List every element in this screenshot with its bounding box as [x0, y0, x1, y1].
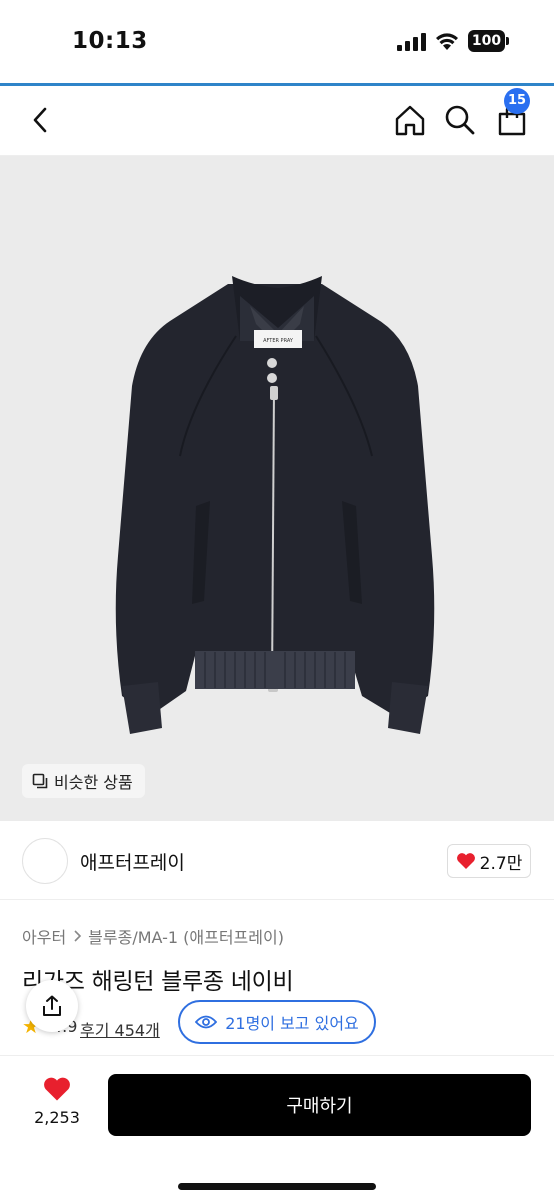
- back-button[interactable]: [22, 102, 58, 138]
- home-indicator: [178, 1183, 376, 1190]
- viewers-text: 21명이 보고 있어요: [225, 1014, 359, 1033]
- home-icon: [395, 105, 425, 136]
- breadcrumb: 아우터 블루종/MA-1 (애프터프레이): [22, 924, 284, 948]
- breadcrumb-level2[interactable]: 블루종/MA-1 (애프터프레이): [88, 924, 284, 948]
- home-button[interactable]: [392, 102, 428, 138]
- nav-bar: 15: [0, 86, 554, 156]
- rating-row: ★ 4.9 후기 454개 21명이 보고 있어요: [22, 1000, 542, 1046]
- review-link[interactable]: 후기 454개: [80, 1017, 160, 1041]
- brand-row[interactable]: 애프터프레이 2.7만: [0, 822, 554, 900]
- wishlist-button[interactable]: 2,253: [22, 1076, 92, 1136]
- wifi-icon: [436, 33, 458, 50]
- heart-icon: [456, 853, 475, 869]
- viewers-badge: 21명이 보고 있어요: [178, 1000, 376, 1044]
- share-icon: [43, 995, 61, 1016]
- wishlist-heart-icon: [44, 1077, 70, 1101]
- garment-tag-text: AFTER PRAY: [263, 338, 294, 344]
- brand-logo: [22, 838, 68, 884]
- share-button[interactable]: [26, 980, 78, 1032]
- battery-indicator: 100: [468, 30, 510, 52]
- status-time: 10:13: [72, 28, 148, 54]
- chevron-right-icon: [74, 930, 82, 942]
- battery-tip: [506, 37, 509, 45]
- wishlist-count: 2,253: [34, 1108, 80, 1127]
- similar-icon: [32, 773, 48, 789]
- brand-like-count: 2.7만: [479, 853, 523, 874]
- product-image[interactable]: AFTER PRAY 비슷한 상품: [0, 156, 554, 821]
- brand-like-button[interactable]: 2.7만: [447, 844, 531, 878]
- similar-products-label: 비슷한 상품: [54, 773, 133, 792]
- jacket-illustration: AFTER PRAY: [115, 276, 435, 734]
- battery-level: 100: [468, 30, 505, 52]
- signal-icon: [397, 33, 426, 51]
- cart-button[interactable]: 15: [494, 88, 530, 138]
- eye-icon: [195, 1015, 218, 1029]
- breadcrumb-level1[interactable]: 아우터: [22, 924, 66, 948]
- status-bar: 10:13 100: [0, 0, 554, 84]
- search-button[interactable]: [442, 102, 478, 138]
- similar-products-button[interactable]: 비슷한 상품: [22, 764, 145, 798]
- cart-count-badge: 15: [504, 88, 530, 114]
- brand-name[interactable]: 애프터프레이: [80, 848, 185, 875]
- back-icon: [33, 107, 47, 133]
- search-icon: [445, 105, 475, 135]
- bottom-action-bar: 2,253 구매하기: [0, 1055, 554, 1200]
- buy-button[interactable]: 구매하기: [108, 1074, 531, 1136]
